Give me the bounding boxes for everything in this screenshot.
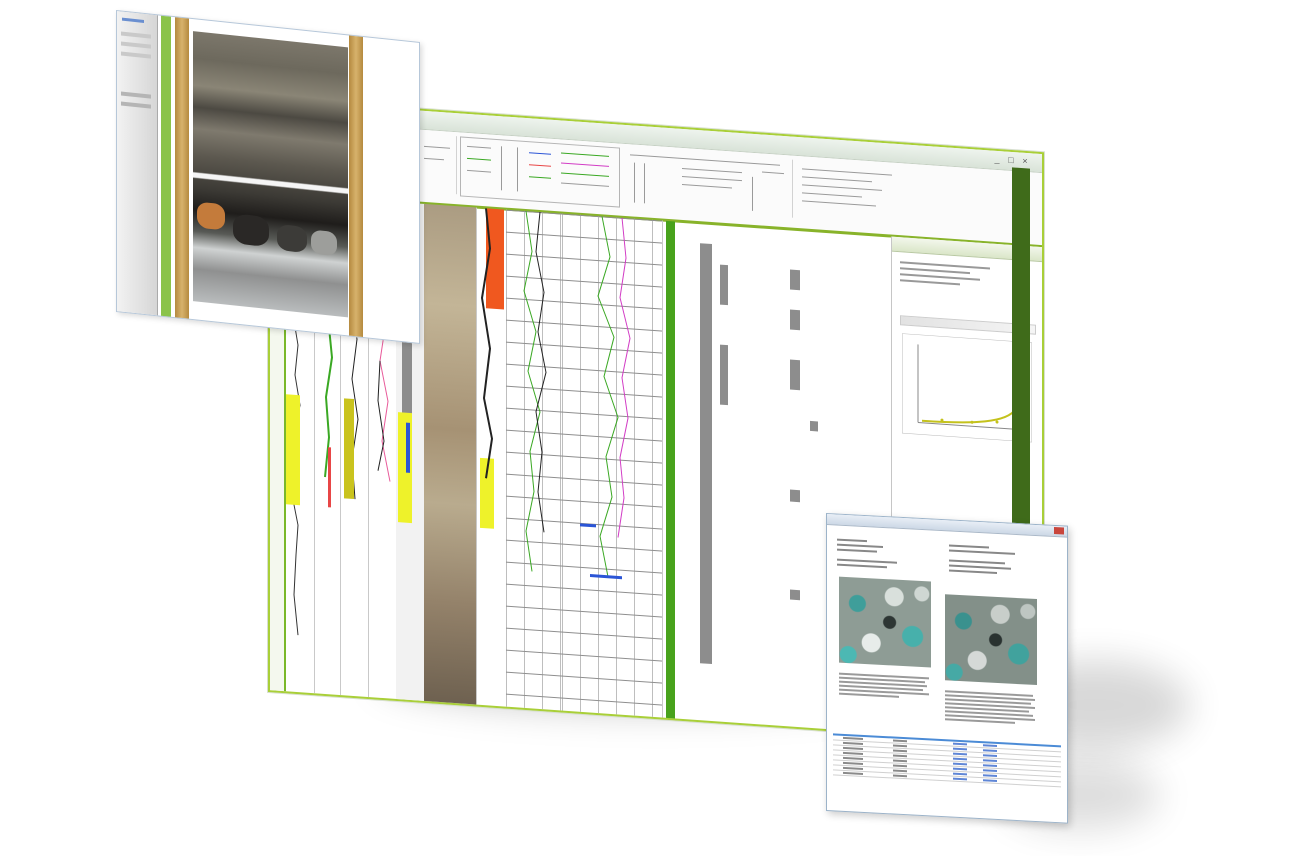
minimize-button[interactable]: _ bbox=[992, 154, 1002, 165]
sed-log-bar-6 bbox=[790, 489, 800, 503]
sed-log-bar-4 bbox=[790, 309, 800, 331]
log-grid-curves-2 bbox=[580, 216, 631, 580]
sed-log-bar-1 bbox=[720, 264, 728, 306]
maximize-button[interactable]: □ bbox=[1006, 155, 1016, 166]
facies-curve bbox=[480, 208, 494, 479]
crossplot-properties[interactable] bbox=[900, 257, 1030, 294]
sedimentology-column bbox=[700, 243, 712, 665]
thin-section-report-window bbox=[826, 513, 1068, 824]
core-sidebar-logo bbox=[122, 17, 144, 23]
rock-fragment bbox=[233, 213, 269, 248]
log-grid-track-2[interactable] bbox=[562, 213, 663, 718]
sed-log-bar-2 bbox=[720, 344, 728, 406]
report-close-button[interactable] bbox=[1054, 526, 1064, 535]
sed-log-bar-5 bbox=[790, 359, 800, 391]
facies-track[interactable] bbox=[476, 207, 507, 707]
ribbon-group-5[interactable] bbox=[622, 147, 793, 218]
report-description-right bbox=[945, 690, 1037, 727]
log-grid-track-1[interactable] bbox=[506, 209, 563, 711]
sed-log-bar-3 bbox=[790, 269, 800, 291]
report-data-table[interactable] bbox=[833, 727, 1061, 788]
report-header-right bbox=[949, 544, 1039, 579]
sed-log-bar-8 bbox=[810, 420, 818, 432]
rock-fragment bbox=[197, 201, 225, 231]
core-photo-track[interactable] bbox=[424, 203, 477, 705]
log-grid-curves-1 bbox=[523, 211, 547, 572]
ribbon-group-3[interactable] bbox=[420, 133, 457, 195]
lithology-marker bbox=[406, 422, 410, 473]
report-header-left bbox=[837, 538, 907, 573]
report-description-left bbox=[839, 672, 931, 702]
core-photo-window bbox=[116, 10, 420, 344]
sed-log-bar-7 bbox=[790, 589, 800, 601]
thin-section-photo-right[interactable] bbox=[945, 594, 1037, 686]
thin-section-photo-left[interactable] bbox=[839, 576, 931, 668]
track-separator bbox=[666, 220, 675, 719]
core-sample-image[interactable] bbox=[193, 31, 348, 318]
close-button[interactable]: × bbox=[1020, 156, 1030, 167]
core-box-right-edge bbox=[349, 35, 363, 337]
ribbon-group-6[interactable] bbox=[796, 159, 1027, 235]
core-box-left-edge bbox=[175, 17, 189, 319]
rock-fragment bbox=[311, 229, 337, 257]
main-window-side-bar bbox=[1012, 167, 1030, 529]
ribbon-legend-box[interactable] bbox=[460, 136, 620, 208]
core-sidebar[interactable] bbox=[117, 11, 158, 316]
core-depth-ruler bbox=[161, 15, 171, 317]
rock-fragment bbox=[277, 223, 307, 254]
